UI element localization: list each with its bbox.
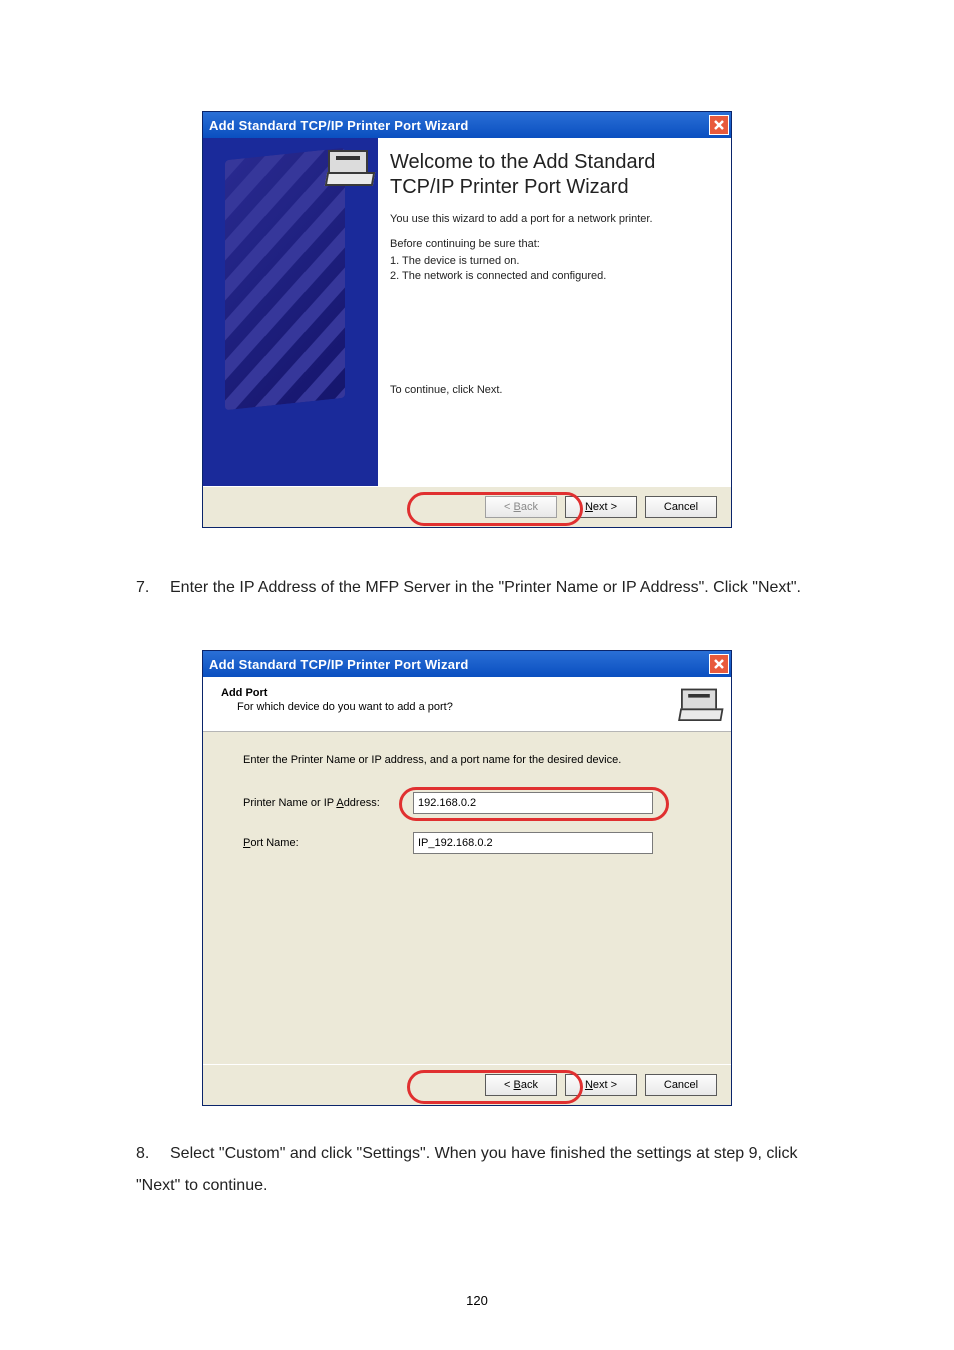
button-row: < Back Next > Cancel (203, 486, 731, 527)
next-button[interactable]: Next > (565, 496, 637, 518)
wizard-addport-dialog: Add Standard TCP/IP Printer Port Wizard … (202, 650, 732, 1106)
step8-text: Select "Custom" and click "Settings". Wh… (136, 1145, 797, 1194)
list-marker: 8. (136, 1138, 170, 1170)
back-button: < Back (485, 496, 557, 518)
port-name-input[interactable] (413, 832, 653, 854)
titlebar[interactable]: Add Standard TCP/IP Printer Port Wizard (203, 112, 731, 138)
wizard-addport-body: Enter the Printer Name or IP address, an… (203, 732, 731, 1064)
wizard-heading: Welcome to the Add Standard TCP/IP Print… (390, 150, 713, 200)
wizard-welcome-text: Welcome to the Add Standard TCP/IP Print… (378, 138, 731, 486)
wizard-header-sub: For which device do you want to add a po… (237, 701, 453, 713)
printer-address-row: Printer Name or IP Address: (243, 792, 705, 814)
wizard-header: Add Port For which device do you want to… (203, 677, 731, 732)
wizard-sidebar-art (203, 138, 378, 486)
button-row: < Back Next > Cancel (203, 1064, 731, 1105)
wizard-header-title: Add Port (221, 687, 453, 699)
doc-step-8: 8.Select "Custom" and click "Settings". … (136, 1138, 816, 1202)
wizard-continue: To continue, click Next. (390, 383, 713, 398)
cancel-button[interactable]: Cancel (645, 496, 717, 518)
wizard-welcome-dialog: Add Standard TCP/IP Printer Port Wizard … (202, 111, 732, 528)
printer-icon (328, 150, 368, 182)
close-icon[interactable] (709, 115, 729, 135)
titlebar[interactable]: Add Standard TCP/IP Printer Port Wizard (203, 651, 731, 677)
cancel-button[interactable]: Cancel (645, 1074, 717, 1096)
wizard-header-text: Add Port For which device do you want to… (221, 687, 453, 713)
printer-icon (681, 689, 717, 718)
port-name-row: Port Name: (243, 832, 705, 854)
step7-text: Enter the IP Address of the MFP Server i… (170, 579, 801, 596)
doc-step-7: 7.Enter the IP Address of the MFP Server… (136, 572, 816, 604)
printer-address-label: Printer Name or IP Address: (243, 797, 413, 809)
wizard-bullet-2: 2. The network is connected and configur… (390, 269, 713, 284)
back-button[interactable]: < Back (485, 1074, 557, 1096)
port-name-label: Port Name: (243, 837, 413, 849)
close-icon[interactable] (709, 654, 729, 674)
next-button[interactable]: Next > (565, 1074, 637, 1096)
wizard-bullet-1: 1. The device is turned on. (390, 254, 713, 269)
page-number: 120 (0, 1293, 954, 1308)
list-marker: 7. (136, 572, 170, 604)
wizard-welcome-body: Welcome to the Add Standard TCP/IP Print… (203, 138, 731, 486)
wizard-before: Before continuing be sure that: (390, 237, 713, 252)
page: Add Standard TCP/IP Printer Port Wizard … (0, 0, 954, 1350)
titlebar-text: Add Standard TCP/IP Printer Port Wizard (209, 657, 469, 672)
titlebar-text: Add Standard TCP/IP Printer Port Wizard (209, 118, 469, 133)
addport-instruction: Enter the Printer Name or IP address, an… (243, 754, 705, 766)
wizard-intro: You use this wizard to add a port for a … (390, 212, 713, 227)
printer-address-input[interactable] (413, 792, 653, 814)
